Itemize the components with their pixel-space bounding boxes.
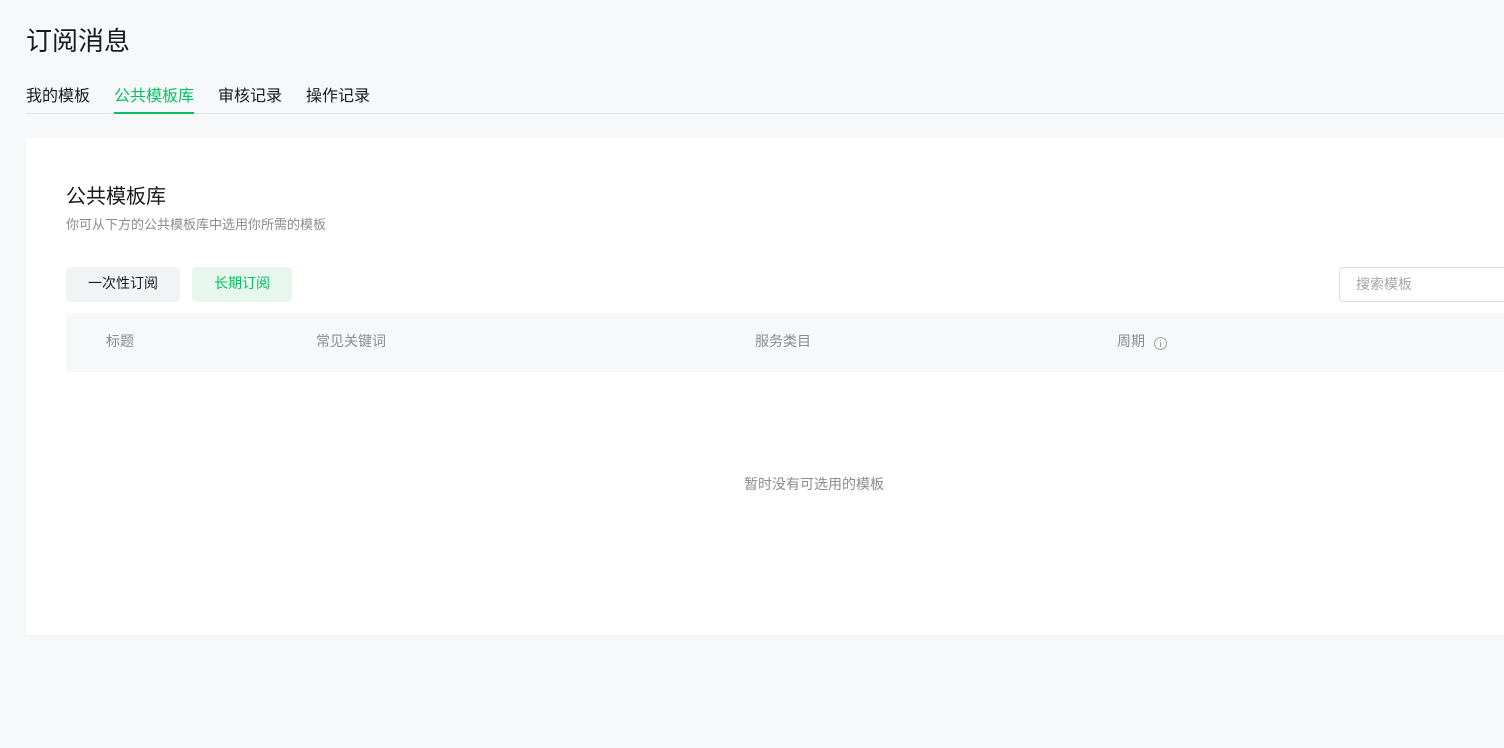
column-header-keywords: 常见关键词: [316, 334, 386, 350]
page-title: 订阅消息: [26, 27, 131, 57]
info-icon[interactable]: [1154, 337, 1167, 350]
column-header-category: 服务类目: [755, 334, 811, 350]
column-header-title: 标题: [106, 334, 134, 350]
tab-review-records[interactable]: 审核记录: [218, 82, 282, 113]
tab-bar: 我的模板 公共模板库 审核记录 操作记录: [26, 82, 1504, 114]
tab-my-templates[interactable]: 我的模板: [26, 82, 90, 113]
one-time-subscription-button[interactable]: 一次性订阅: [66, 267, 180, 302]
long-term-subscription-button[interactable]: 长期订阅: [192, 267, 292, 302]
empty-state-text: 暂时没有可选用的模板: [744, 477, 884, 493]
column-header-period: 周期: [1117, 313, 1167, 372]
tab-public-template-library[interactable]: 公共模板库: [114, 82, 195, 114]
template-library-card: 公共模板库 你可从下方的公共模板库中选用你所需的模板 一次性订阅 长期订阅 标题…: [26, 138, 1504, 635]
table-header: 标题 常见关键词 服务类目 周期: [66, 313, 1504, 372]
search-input[interactable]: [1339, 267, 1504, 302]
section-description: 你可从下方的公共模板库中选用你所需的模板: [66, 218, 327, 233]
section-title: 公共模板库: [66, 184, 166, 208]
column-header-period-label: 周期: [1117, 334, 1145, 350]
tab-operation-records[interactable]: 操作记录: [306, 82, 370, 113]
